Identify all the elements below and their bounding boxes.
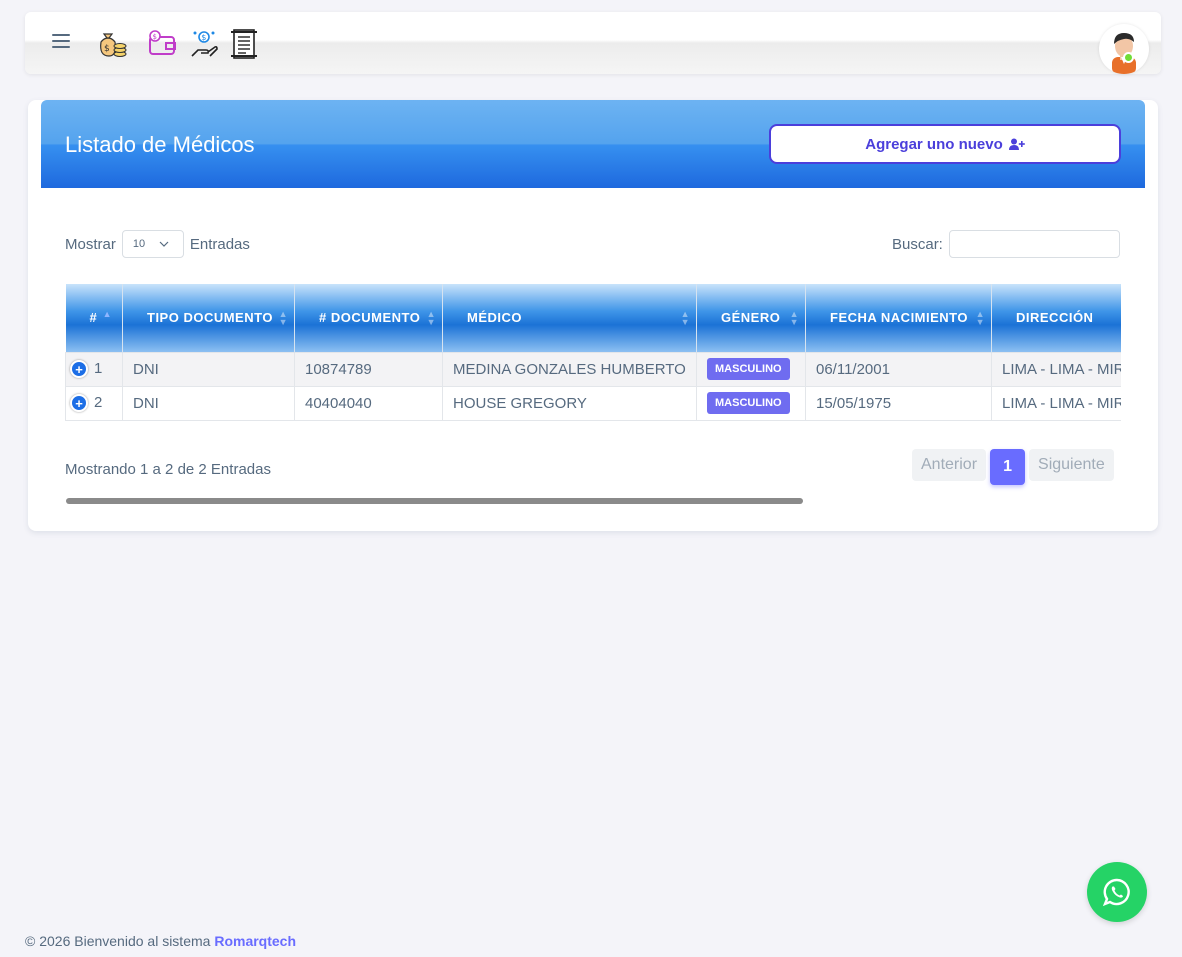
footer-text: © 2026 Bienvenido al sistema [25,933,211,949]
row-number-cell: +2 [65,385,123,421]
address-cell: LIMA - LIMA - MIR [991,385,1121,421]
doctors-card: Listado de Médicos Agregar uno nuevo Mos… [28,100,1158,531]
user-avatar-icon [1112,33,1136,74]
avatar[interactable] [1099,24,1149,74]
document-type-cell: DNI [122,385,295,421]
column-header-address[interactable]: DIRECCIÓN [991,284,1121,352]
expand-row-icon[interactable]: + [70,394,88,413]
gender-badge: MASCULINO [707,358,790,380]
add-new-label: Agregar uno nuevo [865,135,1003,153]
online-status-dot [1123,52,1134,63]
money-bag-icon[interactable]: $ [95,28,127,60]
column-header-document-type[interactable]: TIPO DOCUMENTO ▲ ▼ [122,284,295,352]
document-number-cell: 10874789 [294,351,443,387]
horizontal-scrollbar[interactable] [66,498,803,504]
doctor-name-cell: HOUSE GREGORY [442,385,697,421]
svg-text:$: $ [104,44,110,54]
table-row: +1 DNI 10874789 MEDINA GONZALES HUMBERTO… [65,351,1121,387]
gender-cell: MASCULINO [696,351,806,387]
receipt-icon[interactable] [228,28,260,60]
menu-icon[interactable] [52,34,70,48]
top-navbar: $ $ $ [25,12,1161,74]
whatsapp-icon [1102,878,1130,907]
search-label: Buscar: [892,235,943,253]
page-1-button[interactable]: 1 [990,449,1026,485]
card-header: Listado de Médicos Agregar uno nuevo [41,100,1145,188]
page-length-select[interactable]: 10 [121,230,184,258]
svg-text:$: $ [201,33,206,42]
search-input[interactable] [948,230,1120,258]
column-header-document-number[interactable]: # DOCUMENTO ▲ ▼ [294,284,443,352]
entries-label: Entradas [189,235,250,253]
whatsapp-button[interactable] [1087,862,1147,922]
birth-date-cell: 06/11/2001 [805,351,992,387]
show-label: Mostrar [65,235,116,253]
table-row: +2 DNI 40404040 HOUSE GREGORY MASCULINO … [65,385,1121,421]
column-header-birth-date[interactable]: FECHA NACIMIENTO ▲ ▼ [805,284,992,352]
doctor-name-cell: MEDINA GONZALES HUMBERTO [442,351,697,387]
row-number-cell: +1 [65,351,123,387]
address-cell: LIMA - LIMA - MIR [991,351,1121,387]
birth-date-cell: 15/05/1975 [805,385,992,421]
wallet-icon[interactable]: $ [147,28,179,60]
pagination: Anterior 1 Siguiente [912,449,1114,485]
footer: © 2026 Bienvenido al sistema Romarqtech [25,933,296,949]
svg-text:$: $ [153,33,157,41]
chevron-down-icon [159,241,169,247]
document-number-cell: 40404040 [294,385,443,421]
document-type-cell: DNI [122,351,295,387]
page-length-value: 10 [132,238,146,250]
next-page-button[interactable]: Siguiente [1029,449,1114,481]
column-header-doctor[interactable]: MÉDICO ▲ ▼ [442,284,697,352]
table-info: Mostrando 1 a 2 de 2 Entradas [65,461,271,478]
doctors-table: # ▲ TIPO DOCUMENTO ▲ ▼ # DOCUMENTO ▲ ▼ MÉDICO… [65,284,1121,421]
column-header-gender[interactable]: GÉNERO ▲ ▼ [696,284,806,352]
expand-row-icon[interactable]: + [70,360,88,379]
doctors-table-wrapper: # ▲ TIPO DOCUMENTO ▲ ▼ # DOCUMENTO ▲ ▼ MÉDICO… [65,284,1121,422]
footer-brand-link[interactable]: Romarqtech [214,933,296,949]
user-plus-icon [1008,138,1025,150]
search-control: Buscar: [892,230,1120,258]
column-header-number[interactable]: # ▲ [65,284,123,352]
page-title: Listado de Médicos [65,132,255,157]
add-new-button[interactable]: Agregar uno nuevo [769,124,1121,164]
previous-page-button[interactable]: Anterior [912,449,987,481]
gender-badge: MASCULINO [707,392,790,414]
gender-cell: MASCULINO [696,385,806,421]
length-control: Mostrar 10 Entradas [65,230,250,258]
payment-hand-icon[interactable]: $ [188,28,220,60]
